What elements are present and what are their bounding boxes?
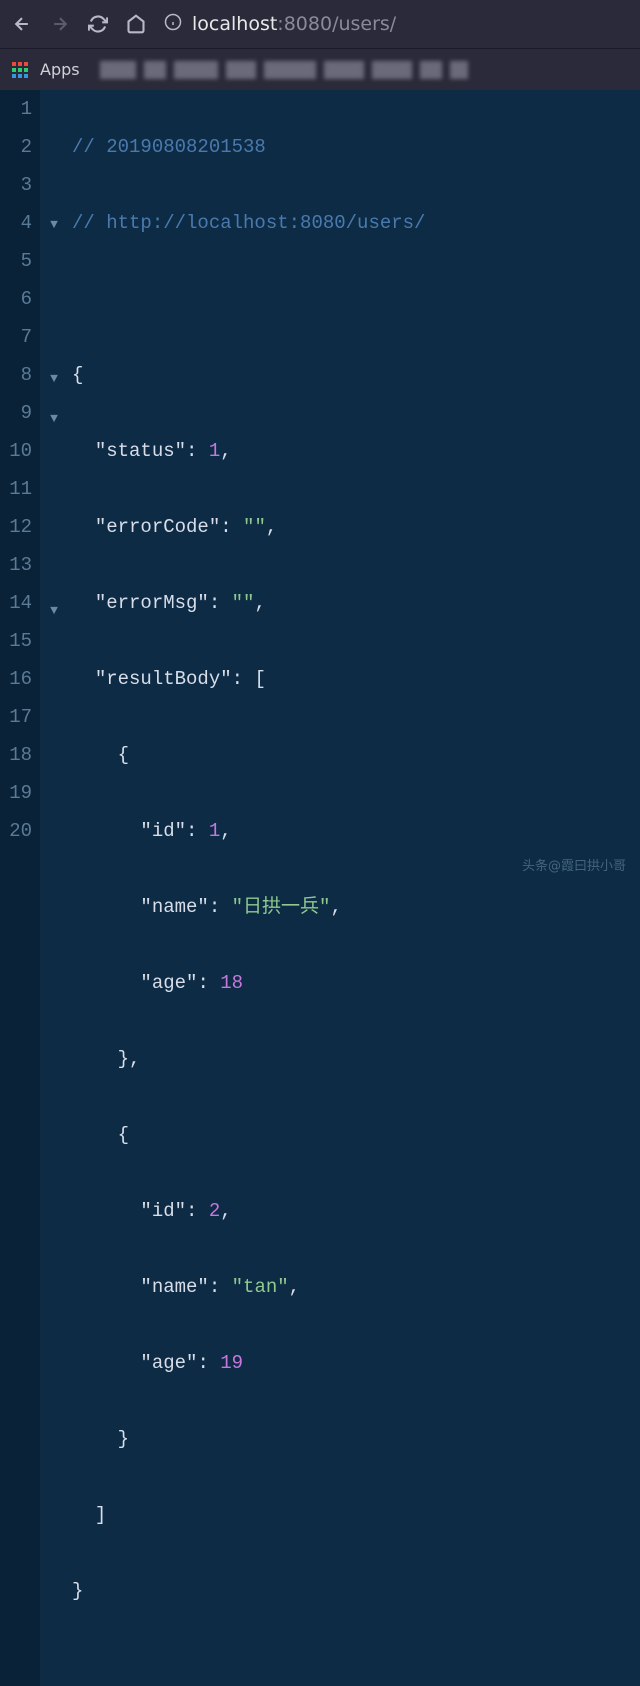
json-viewer: 1 2 3 4 5 6 7 8 9 10 11 12 13 14 15 16 1… bbox=[0, 90, 640, 1686]
url-port: :8080 bbox=[277, 13, 332, 35]
fold-column: ▼ ▼ ▼ ▼ bbox=[40, 90, 68, 1686]
json-key: "age" bbox=[140, 1352, 197, 1374]
bookmarks-bar: Apps bbox=[0, 48, 640, 90]
line-number: 6 bbox=[0, 280, 32, 318]
json-value: 19 bbox=[220, 1352, 243, 1374]
line-number: 2 bbox=[0, 128, 32, 166]
fold-caret-icon[interactable]: ▼ bbox=[50, 206, 58, 244]
apps-icon[interactable] bbox=[12, 62, 28, 78]
fold-caret-icon[interactable]: ▼ bbox=[50, 400, 58, 438]
reload-icon[interactable] bbox=[88, 14, 108, 34]
fold-caret-icon[interactable]: ▼ bbox=[50, 592, 58, 630]
json-value: 1 bbox=[209, 440, 220, 462]
comment-line: // 20190808201538 bbox=[72, 136, 266, 158]
line-number: 1 bbox=[0, 90, 32, 128]
line-number: 18 bbox=[0, 736, 32, 774]
json-key: "status" bbox=[95, 440, 186, 462]
line-number: 9 bbox=[0, 394, 32, 432]
json-key: "errorCode" bbox=[95, 516, 220, 538]
json-value: "" bbox=[232, 592, 255, 614]
json-key: "name" bbox=[140, 1276, 208, 1298]
browser-nav-bar: localhost:8080/users/ bbox=[0, 0, 640, 48]
line-number: 13 bbox=[0, 546, 32, 584]
url-bar[interactable]: localhost:8080/users/ bbox=[164, 13, 628, 36]
line-number: 5 bbox=[0, 242, 32, 280]
brace: { bbox=[72, 364, 83, 386]
line-number: 15 bbox=[0, 622, 32, 660]
line-number: 16 bbox=[0, 660, 32, 698]
line-number: 19 bbox=[0, 774, 32, 812]
line-number: 17 bbox=[0, 698, 32, 736]
url-host: localhost bbox=[192, 13, 277, 35]
apps-label[interactable]: Apps bbox=[40, 60, 80, 79]
line-number: 14 bbox=[0, 584, 32, 622]
bookmark-items-blurred bbox=[100, 61, 468, 79]
home-icon[interactable] bbox=[126, 14, 146, 34]
line-number: 4 bbox=[0, 204, 32, 242]
line-number: 8 bbox=[0, 356, 32, 394]
code-content: // 20190808201538 // http://localhost:80… bbox=[68, 90, 640, 1686]
line-number: 10 bbox=[0, 432, 32, 470]
comment-line: // http://localhost:8080/users/ bbox=[72, 212, 425, 234]
json-value: 18 bbox=[220, 972, 243, 994]
line-number-gutter: 1 2 3 4 5 6 7 8 9 10 11 12 13 14 15 16 1… bbox=[0, 90, 40, 1686]
json-key: "name" bbox=[140, 896, 208, 918]
line-number: 12 bbox=[0, 508, 32, 546]
line-number: 11 bbox=[0, 470, 32, 508]
line-number: 7 bbox=[0, 318, 32, 356]
json-key: "id" bbox=[140, 820, 186, 842]
back-icon[interactable] bbox=[12, 14, 32, 34]
json-key: "age" bbox=[140, 972, 197, 994]
info-icon[interactable] bbox=[164, 13, 182, 36]
line-number: 20 bbox=[0, 812, 32, 850]
json-value: 1 bbox=[209, 820, 220, 842]
json-key: "id" bbox=[140, 1200, 186, 1222]
fold-caret-icon[interactable]: ▼ bbox=[50, 360, 58, 398]
json-value: "tan" bbox=[232, 1276, 289, 1298]
line-number: 3 bbox=[0, 166, 32, 204]
watermark-text: 头条@霞曰拱小哥 bbox=[522, 855, 626, 874]
json-value: "日拱一兵" bbox=[232, 896, 331, 918]
json-value: "" bbox=[243, 516, 266, 538]
url-text: localhost:8080/users/ bbox=[192, 13, 396, 35]
url-path: /users/ bbox=[332, 13, 396, 35]
json-key: "errorMsg" bbox=[95, 592, 209, 614]
forward-icon[interactable] bbox=[50, 14, 70, 34]
json-value: 2 bbox=[209, 1200, 220, 1222]
json-key: "resultBody" bbox=[95, 668, 232, 690]
